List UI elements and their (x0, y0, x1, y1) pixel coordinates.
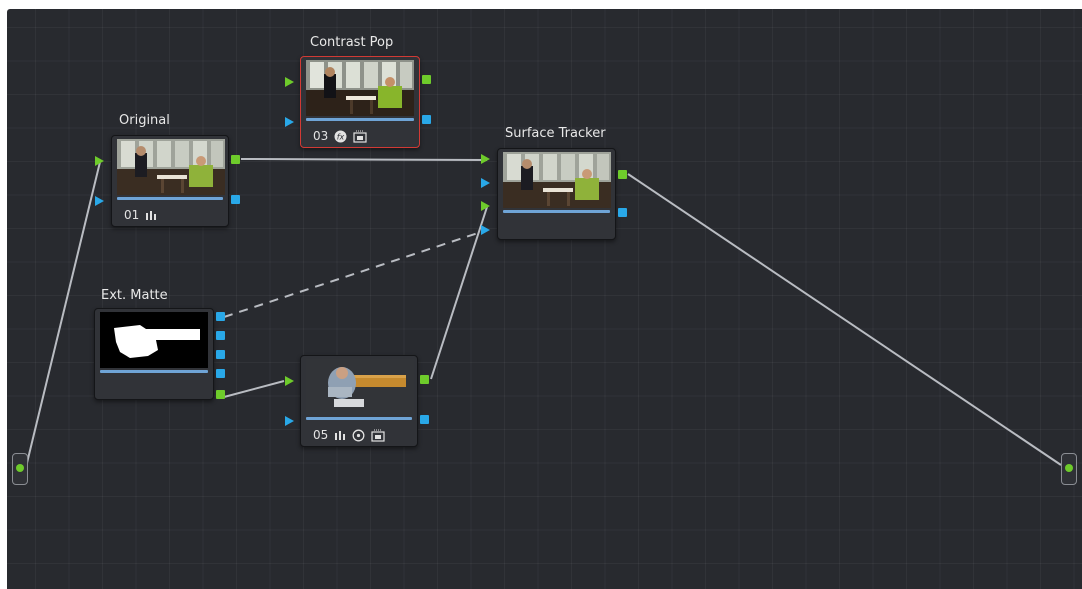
circle-window-icon (352, 429, 365, 441)
node-label-original: Original (119, 113, 170, 128)
node-progress-bar (503, 210, 610, 213)
node-thumbnail (117, 139, 225, 195)
node-progress-bar (306, 118, 414, 121)
node-info: 01 (124, 208, 157, 222)
ext-matte-rgb-output[interactable] (216, 390, 225, 399)
node-label-contrast-pop: Contrast Pop (310, 35, 394, 50)
cafe-scene-thumbnail (503, 152, 611, 208)
node-surface-tracker[interactable] (497, 148, 616, 240)
original-key-input[interactable] (95, 196, 104, 206)
contrast-pop-rgb-output[interactable] (422, 75, 431, 84)
matte-shape-thumbnail (100, 312, 208, 368)
wire-node-05-to-surface-tracker (430, 206, 488, 380)
contrast-pop-rgb-input[interactable] (285, 77, 294, 87)
surface-tracker-key-input-2[interactable] (481, 225, 490, 235)
key-image-icon (353, 130, 367, 143)
curves-icon (146, 211, 157, 220)
node-label-surface-tracker: Surface Tracker (505, 126, 606, 141)
node-contrast-pop[interactable]: 03 fx (300, 56, 420, 148)
wire-ext-matte-to-node-05 (223, 380, 285, 398)
surface-tracker-rgb-input-2[interactable] (481, 201, 490, 211)
node-thumbnail (306, 359, 414, 415)
surface-tracker-rgb-input-1[interactable] (481, 154, 490, 164)
node-progress-bar (117, 197, 223, 200)
ext-matte-key-output-4[interactable] (216, 369, 225, 378)
node-number: 01 (124, 208, 140, 222)
original-rgb-input[interactable] (95, 156, 104, 166)
surface-tracker-key-input-1[interactable] (481, 178, 490, 188)
node-info: 03 fx (313, 129, 367, 143)
output-pill[interactable] (1061, 453, 1077, 485)
node-thumbnail (306, 60, 414, 116)
original-key-output[interactable] (231, 195, 240, 204)
wire-original-to-surface-tracker (240, 158, 488, 161)
node-05-rgb-output[interactable] (420, 375, 429, 384)
node-label-ext-matte: Ext. Matte (101, 288, 168, 303)
contrast-pop-key-output[interactable] (422, 115, 431, 124)
node-number: 03 (313, 129, 329, 143)
cafe-scene-thumbnail (117, 139, 225, 195)
node-05[interactable]: 05 (300, 355, 418, 447)
node-progress-bar (306, 417, 412, 420)
svg-text:fx: fx (337, 132, 345, 141)
node-05-key-input[interactable] (285, 416, 294, 426)
contrast-pop-key-input[interactable] (285, 117, 294, 127)
curves-icon (335, 431, 346, 440)
surface-tracker-key-output[interactable] (618, 208, 627, 217)
node-05-rgb-input[interactable] (285, 376, 294, 386)
isolated-subject-thumbnail (306, 359, 414, 415)
node-thumbnail (503, 152, 611, 208)
output-dot[interactable] (1065, 464, 1073, 472)
ext-matte-key-output-3[interactable] (216, 350, 225, 359)
cafe-scene-thumbnail (306, 60, 414, 116)
node-original[interactable]: 01 (111, 135, 229, 227)
wire-input-to-original (25, 161, 101, 468)
node-number: 05 (313, 428, 329, 442)
fx-icon: fx (334, 130, 347, 142)
node-05-key-output[interactable] (420, 415, 429, 424)
original-rgb-output[interactable] (231, 155, 240, 164)
node-graph-canvas[interactable]: Original 01 Contrast Pop 03 fx Surface T… (7, 9, 1082, 589)
ext-matte-key-output-1[interactable] (216, 312, 225, 321)
wire-ext-matte-key-to-surface-tracker (223, 229, 488, 318)
node-ext-matte[interactable] (94, 308, 214, 400)
node-progress-bar (100, 370, 208, 373)
connection-wires (25, 158, 1062, 468)
key-image-icon (371, 429, 385, 442)
surface-tracker-rgb-output[interactable] (618, 170, 627, 179)
matte-thumbnail (100, 312, 208, 368)
node-info: 05 (313, 428, 385, 442)
source-input-dot[interactable] (16, 464, 24, 472)
wire-surface-tracker-to-output (627, 173, 1062, 466)
ext-matte-key-output-2[interactable] (216, 331, 225, 340)
source-input-pill[interactable] (12, 453, 28, 485)
